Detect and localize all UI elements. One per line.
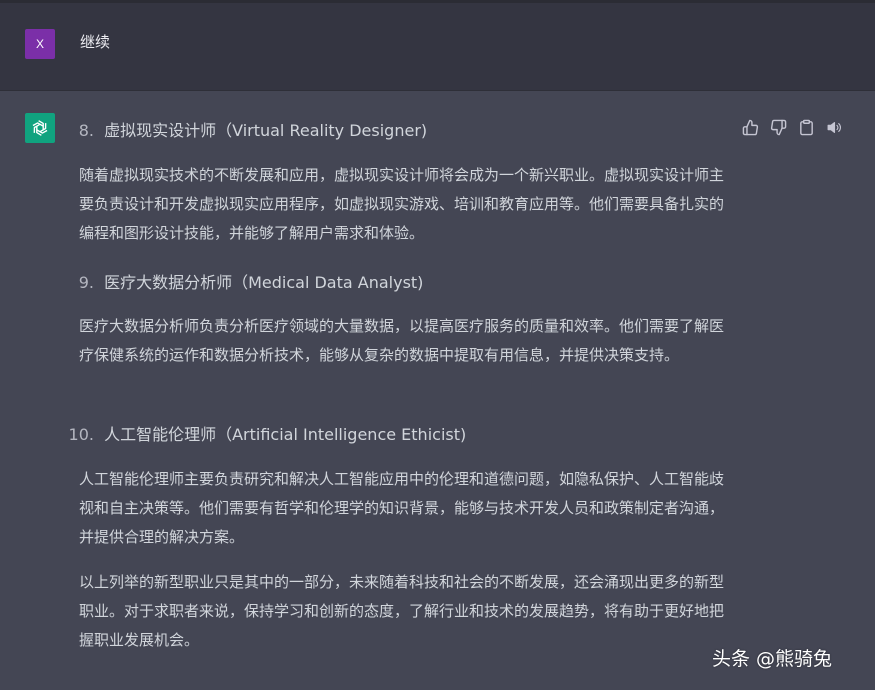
list-item-heading: 10. 人工智能伦理师（Artificial Intelligence Ethi…: [66, 421, 467, 445]
list-item-title: 医疗大数据分析师（Medical Data Analyst): [104, 273, 424, 292]
speaker-icon: [827, 121, 841, 134]
thumbs-up-icon: [742, 119, 759, 136]
conclusion-paragraph: 以上列举的新型职业只是其中的一部分，未来随着科技和社会的不断发展，还会涌现出更多…: [79, 573, 725, 649]
list-item-heading: 9. 医疗大数据分析师（Medical Data Analyst): [76, 269, 424, 293]
list-item-title: 人工智能伦理师（Artificial Intelligence Ethicist…: [104, 425, 467, 444]
list-item-heading: 8. 虚拟现实设计师（Virtual Reality Designer): [76, 117, 427, 141]
read-aloud-button[interactable]: [826, 119, 843, 136]
list-item-number: 8.: [78, 121, 94, 140]
message-actions: [742, 119, 843, 136]
thumbs-up-button[interactable]: [742, 119, 759, 136]
list-item-number: 9.: [78, 273, 94, 292]
list-item-paragraph: 随着虚拟现实技术的不断发展和应用，虚拟现实设计师将会成为一个新兴职业。虚拟现实设…: [79, 166, 725, 242]
list-item-paragraph: 医疗大数据分析师负责分析医疗领域的大量数据，以提高医疗服务的质量和效率。他们需要…: [79, 317, 725, 364]
watermark: 头条 @熊骑兔: [712, 648, 833, 670]
openai-logo-icon: [32, 120, 48, 136]
list-item-number: 10.: [68, 425, 94, 444]
thumbs-down-button[interactable]: [770, 119, 787, 136]
assistant-avatar: [25, 113, 55, 143]
clipboard-icon: [800, 119, 813, 136]
copy-button[interactable]: [798, 119, 815, 136]
assistant-message-row: 8. 虚拟现实设计师（Virtual Reality Designer) 随着虚…: [0, 0, 875, 690]
list-item-title: 虚拟现实设计师（Virtual Reality Designer): [104, 121, 428, 140]
thumbs-down-icon: [770, 119, 787, 136]
list-item-paragraph: 人工智能伦理师主要负责研究和解决人工智能应用中的伦理和道德问题，如隐私保护、人工…: [79, 470, 725, 546]
